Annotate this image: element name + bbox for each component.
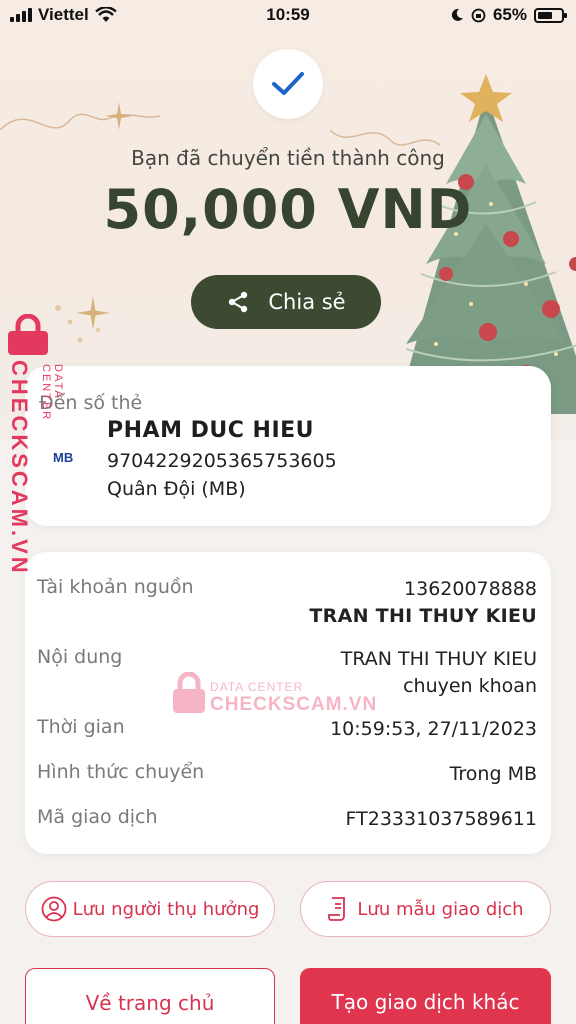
time-value: 10:59:53, 27/11/2023 <box>330 718 537 740</box>
orientation-lock-icon <box>471 8 486 22</box>
checkscam-watermark-center: DATA CENTER CHECKSCAM.VN <box>172 671 376 718</box>
transaction-id-value: FT23331037589611 <box>345 808 537 830</box>
new-transaction-label: Tạo giao dịch khác <box>331 990 520 1014</box>
save-beneficiary-button[interactable]: Lưu người thụ hưởng <box>25 881 275 937</box>
document-icon <box>328 897 346 921</box>
watermark-brand: CHECKSCAM.VN <box>7 360 32 576</box>
share-icon <box>229 291 248 313</box>
decor-swirl <box>0 113 161 131</box>
sparkle-icon <box>105 102 133 130</box>
watermark-tagline: DATA CENTER <box>40 364 64 422</box>
battery-icon <box>534 7 567 23</box>
new-transaction-button[interactable]: Tạo giao dịch khác <box>300 968 551 1024</box>
source-account-number: 13620078888 <box>404 578 537 600</box>
share-label: Chia sẻ <box>268 290 346 314</box>
recipient-name: PHAM DUC HIEU <box>107 418 315 443</box>
transfer-amount: 50,000 VND <box>103 178 473 241</box>
battery-level <box>538 11 553 19</box>
moon-icon <box>451 8 463 21</box>
method-label: Hình thức chuyển <box>37 761 205 783</box>
user-circle-icon <box>41 896 66 922</box>
recipient-card-number: 9704229205365753605 <box>107 450 337 472</box>
transaction-id-label: Mã giao dịch <box>37 806 158 828</box>
home-button[interactable]: Về trang chủ <box>25 968 275 1024</box>
checkmark-icon <box>272 72 304 95</box>
decor-dots <box>55 305 100 343</box>
source-account-label: Tài khoản nguồn <box>37 576 194 598</box>
success-check-badge <box>253 49 323 119</box>
status-bar: Viettel 10:59 65% <box>0 0 576 34</box>
destination-card: Đến số thẻ MB PHAM DUC HIEU 970422920536… <box>25 366 551 526</box>
time-label: Thời gian <box>37 716 125 738</box>
home-button-label: Về trang chủ <box>85 991 215 1015</box>
save-beneficiary-label: Lưu người thụ hưởng <box>72 898 260 920</box>
method-value: Trong MB <box>449 763 537 785</box>
source-account-name: TRAN THI THUY KIEU <box>309 605 537 627</box>
success-message: Bạn đã chuyển tiền thành công <box>131 146 445 170</box>
lock-icon <box>8 314 48 355</box>
mb-bank-logo: MB <box>53 450 74 465</box>
content-line1: TRAN THI THUY KIEU <box>340 648 537 670</box>
lock-icon <box>173 671 205 713</box>
save-template-button[interactable]: Lưu mẫu giao dịch <box>300 881 551 937</box>
content-label: Nội dung <box>37 646 123 668</box>
christmas-tree-illustration <box>396 74 576 414</box>
battery-percent: 65% <box>492 5 527 24</box>
save-template-label: Lưu mẫu giao dịch <box>357 898 524 920</box>
watermark-tagline: DATA CENTER <box>210 680 304 694</box>
recipient-bank: Quân Đội (MB) <box>107 478 246 500</box>
watermark-brand: CHECKSCAM.VN <box>210 694 378 715</box>
share-button[interactable]: Chia sẻ <box>191 275 381 329</box>
